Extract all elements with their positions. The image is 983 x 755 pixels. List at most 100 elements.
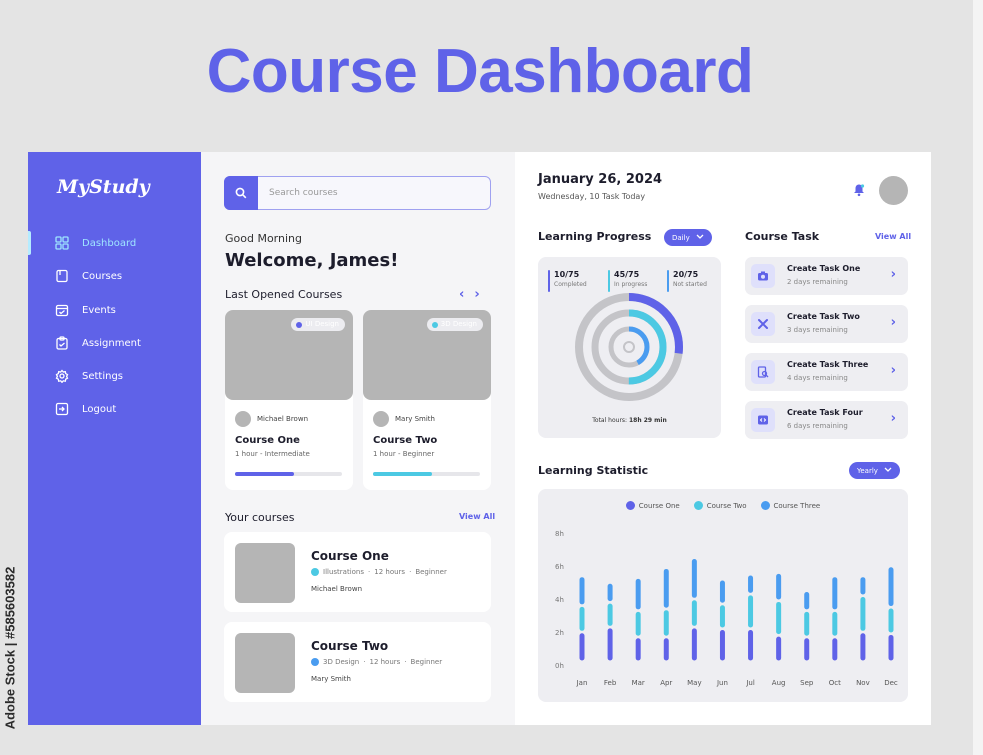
search-bar[interactable] — [224, 176, 491, 210]
bar-segment — [607, 583, 613, 602]
sidebar-item-label: Assignment — [82, 337, 141, 349]
ring-center — [623, 341, 635, 353]
x-tick-label: May — [687, 679, 701, 687]
search-button[interactable] — [224, 176, 258, 210]
sidebar-item-courses[interactable]: Courses — [28, 264, 201, 288]
your-courses-title: Your courses — [225, 511, 295, 524]
task-remaining: 4 days remaining — [787, 374, 848, 382]
task-item[interactable]: Create Task Two 3 days remaining › — [745, 305, 908, 343]
chevron-right-icon[interactable]: › — [891, 267, 896, 282]
bar-segment — [888, 567, 894, 607]
bar-segment — [888, 634, 894, 661]
bar-segment — [888, 608, 894, 633]
task-item[interactable]: Create Task Four 6 days remaining › — [745, 401, 908, 439]
course-task-view-all-link[interactable]: View All — [875, 232, 911, 241]
task-title: Create Task One — [787, 264, 861, 273]
search-input[interactable] — [269, 188, 469, 198]
chevron-down-icon — [696, 234, 704, 242]
sidebar-item-logout[interactable]: Logout — [28, 397, 201, 421]
last-opened-title: Last Opened Courses — [225, 288, 343, 301]
learning-progress-panel: 10/75 Completed 45/75 In progress 20/75 … — [538, 257, 721, 438]
course-name: Course Two — [311, 639, 389, 653]
sidebar-item-assignment[interactable]: Assignment — [28, 331, 201, 355]
bar-segment — [776, 601, 782, 635]
x-tick-label: Jun — [716, 679, 728, 687]
bar-segment — [776, 636, 782, 661]
book-icon — [55, 269, 69, 283]
user-avatar[interactable] — [879, 176, 908, 205]
right-column: January 26, 2024 Wednesday, 10 Task Toda… — [515, 152, 931, 725]
course-meta: Illustrations · 12 hours · Beginner — [311, 568, 447, 576]
bar-segment — [607, 628, 613, 661]
your-courses-view-all-link[interactable]: View All — [459, 512, 495, 521]
logout-icon — [55, 402, 69, 416]
bar-segment — [719, 605, 725, 628]
category-dot — [311, 568, 319, 576]
search-doc-icon — [751, 360, 775, 384]
camera-icon — [751, 264, 775, 288]
progress-rings — [575, 293, 683, 401]
bar-segment — [860, 577, 866, 595]
greeting: Good Morning — [225, 232, 302, 245]
calendar-icon — [55, 303, 69, 317]
task-title: Create Task Four — [787, 408, 863, 417]
code-icon — [751, 408, 775, 432]
task-item[interactable]: Create Task One 2 days remaining › — [745, 257, 908, 295]
your-course-card[interactable]: Course One Illustrations · 12 hours · Be… — [224, 532, 491, 612]
x-tick-label: Jul — [745, 679, 755, 687]
bar-segment — [804, 592, 810, 610]
author-row: Michael Brown — [235, 411, 308, 427]
sidebar-item-events[interactable]: Events — [28, 298, 201, 322]
course-name: Course One — [235, 435, 300, 446]
chevron-right-icon[interactable]: › — [891, 411, 896, 426]
stat-in-progress: 45/75 In progress — [608, 270, 647, 292]
sidebar-item-settings[interactable]: Settings — [28, 364, 201, 388]
x-tick-label: Oct — [829, 679, 841, 687]
bar-segment — [804, 638, 810, 661]
course-card[interactable]: 3D Design Mary Smith Course Two 1 hour -… — [363, 310, 491, 490]
progress-fill — [373, 472, 432, 476]
bar-segment — [663, 568, 669, 608]
task-item[interactable]: Create Task Three 4 days remaining › — [745, 353, 908, 391]
tools-icon — [751, 312, 775, 336]
bar-segment — [748, 595, 754, 628]
bell-icon[interactable] — [852, 182, 866, 197]
bar-segment — [860, 633, 866, 661]
bar-segment — [860, 597, 866, 631]
avatar — [373, 411, 389, 427]
task-remaining: 2 days remaining — [787, 278, 848, 286]
category-tag: UI Design — [291, 318, 345, 331]
bar-segment — [832, 611, 838, 636]
course-meta: 1 hour - Beginner — [373, 450, 435, 458]
learning-statistic-chart: 0h 2h 4h 6h 8h Jan Feb Mar Apr May Jun Jul Aug Sep Oct… — [555, 530, 898, 687]
chevron-left-icon[interactable]: ‹ — [459, 287, 464, 302]
sidebar-item-label: Courses — [82, 270, 123, 282]
y-tick-label: 2h — [555, 629, 564, 637]
page-title: Course Dashboard — [206, 37, 754, 106]
chevron-right-icon[interactable]: › — [474, 287, 479, 302]
x-tick-label: Sep — [800, 679, 814, 687]
progress-period-dropdown[interactable]: Daily — [664, 229, 712, 246]
course-meta: 1 hour - Intermediate — [235, 450, 310, 458]
progress-bar — [235, 472, 342, 476]
bar-segment — [748, 630, 754, 661]
progress-fill — [235, 472, 294, 476]
sidebar-item-dashboard[interactable]: Dashboard — [28, 231, 201, 255]
task-remaining: 6 days remaining — [787, 422, 848, 430]
bar-segment — [635, 638, 641, 661]
bar-segment — [748, 575, 754, 593]
author-name: Mary Smith — [395, 415, 435, 423]
chevron-right-icon[interactable]: › — [891, 315, 896, 330]
bar-segment — [663, 638, 669, 661]
statistic-period-dropdown[interactable]: Yearly — [849, 462, 900, 479]
bar-segment — [719, 580, 725, 603]
bar-segment — [691, 600, 697, 626]
your-course-card[interactable]: Course Two 3D Design · 12 hours · Beginn… — [224, 622, 491, 702]
stat-completed: 10/75 Completed — [548, 270, 587, 292]
y-tick-label: 6h — [555, 563, 564, 571]
progress-bar — [373, 472, 480, 476]
sidebar: MyStudy Dashboard Courses Events Assignm… — [28, 152, 201, 725]
course-card[interactable]: UI Design Michael Brown Course One 1 hou… — [225, 310, 353, 490]
bar-segment — [579, 577, 585, 605]
chevron-right-icon[interactable]: › — [891, 363, 896, 378]
